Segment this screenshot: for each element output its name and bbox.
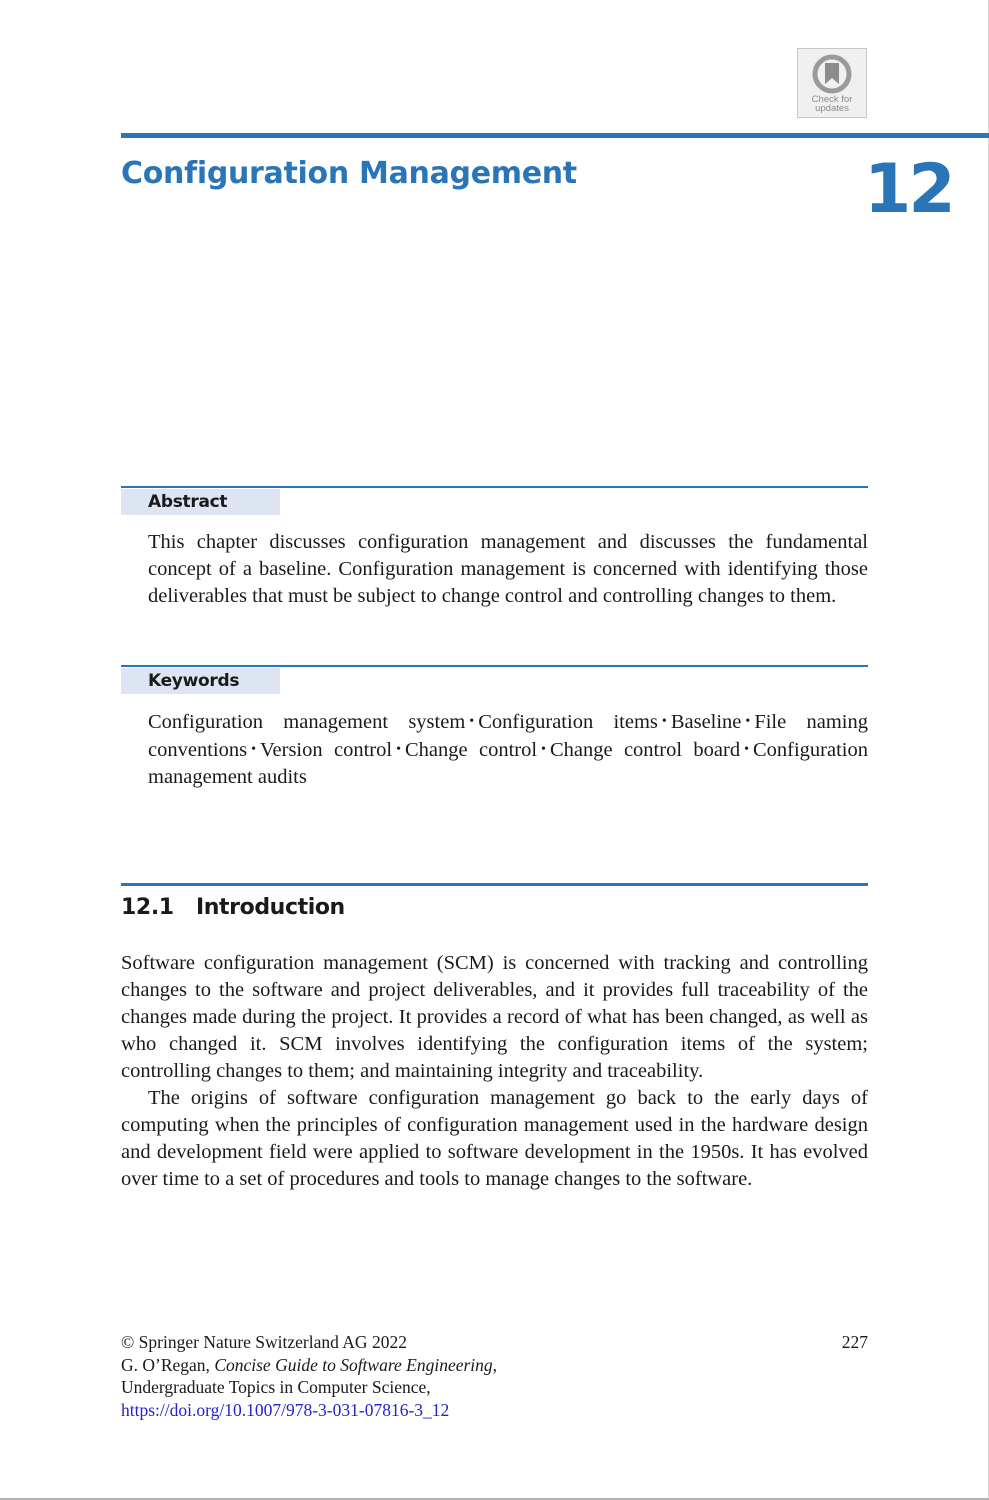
keyword: Version control: [259, 739, 393, 761]
page-number: 227: [841, 1332, 868, 1352]
section-heading: 12.1 Introduction: [121, 893, 345, 923]
section-rule: [121, 883, 868, 886]
keyword-separator: •: [541, 742, 546, 757]
keyword-separator: •: [469, 714, 475, 729]
check-for-updates-button[interactable]: Check for updates: [797, 48, 867, 118]
paragraph: Software configuration management (SCM) …: [121, 952, 868, 1082]
keywords-list: Configuration management system • Configur…: [148, 708, 868, 791]
section-number: 12.1: [121, 895, 174, 920]
citation-line: G. O’Regan, Concise Guide to Software En…: [121, 1354, 868, 1377]
keyword-separator: •: [251, 742, 256, 757]
abstract-rule: [121, 486, 868, 488]
chapter-number: 12: [864, 150, 956, 229]
section-body: Software configuration management (SCM) …: [121, 950, 868, 1193]
keyword: Change control: [404, 739, 538, 761]
abstract-label: Abstract: [121, 489, 280, 515]
chapter-top-rule: [121, 133, 989, 138]
keyword-separator: •: [745, 714, 751, 729]
abstract-text: This chapter discusses configuration man…: [148, 531, 868, 607]
keyword-separator: •: [744, 742, 749, 757]
crossmark-icon: [812, 54, 852, 94]
paragraph: The origins of software configuration ma…: [121, 1087, 868, 1190]
book-title: Concise Guide to Software Engineering: [214, 1354, 493, 1375]
series-line: Undergraduate Topics in Computer Science…: [121, 1377, 431, 1397]
copyright-line: © Springer Nature Switzerland AG 2022: [121, 1332, 407, 1352]
section-title: Introduction: [196, 895, 345, 920]
keyword: Configuration items: [478, 711, 658, 733]
keywords-label: Keywords: [121, 668, 280, 694]
keyword-separator: •: [661, 714, 667, 729]
keyword-separator: •: [396, 742, 401, 757]
author: G. O’Regan,: [121, 1354, 215, 1375]
keyword: Baseline: [670, 711, 742, 733]
keywords-rule: [121, 665, 868, 667]
keyword: Configuration management system: [148, 711, 466, 733]
doi-link[interactable]: https://doi.org/10.1007/978-3-031-07816-…: [121, 1399, 868, 1422]
page-footer: 227 © Springer Nature Switzerland AG 202…: [121, 1331, 868, 1421]
chapter-title: Configuration Management: [121, 156, 577, 191]
badge-line-2: updates: [815, 103, 849, 114]
keyword: Change control board: [549, 739, 741, 761]
check-for-updates-label: Check for updates: [812, 95, 853, 114]
book-title-suffix: ,: [492, 1354, 498, 1375]
